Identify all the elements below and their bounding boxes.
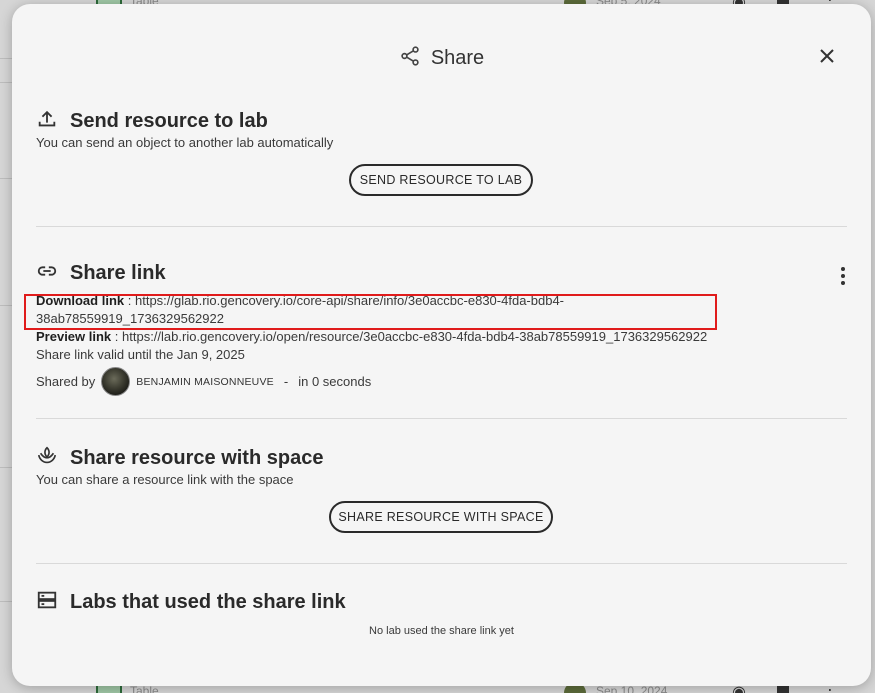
section-title: Share resource with space [70, 446, 324, 469]
share-dialog: Share Send resource to lab You can send … [12, 4, 871, 686]
divider [36, 226, 847, 227]
divider [36, 563, 847, 564]
section-header: Labs that used the share link [36, 589, 847, 615]
section-subtitle: You can send an object to another lab au… [36, 135, 334, 150]
preview-link-url[interactable]: https://lab.rio.gencovery.io/open/resour… [122, 329, 707, 344]
download-link-highlight [24, 294, 717, 330]
shared-by-label: Shared by [36, 374, 96, 389]
upload-icon [36, 108, 58, 135]
user-name: BENJAMIN MAISONNEUVE [136, 375, 274, 388]
section-subtitle: You can share a resource link with the s… [36, 472, 294, 487]
dialog-title: Share [430, 46, 485, 69]
bg-divider [0, 82, 12, 83]
section-header: Share link [36, 260, 847, 286]
space-icon [36, 445, 58, 472]
share-icon [399, 45, 421, 72]
bg-divider [0, 467, 12, 468]
dialog-header: Share [12, 44, 871, 72]
section-title: Share link [70, 261, 166, 284]
link-icon [36, 260, 58, 287]
shared-time: in 0 seconds [298, 374, 372, 389]
section-title: Send resource to lab [70, 109, 268, 132]
section-header: Share resource with space [36, 445, 847, 471]
share-resource-with-space-button[interactable]: SHARE RESOURCE WITH SPACE [329, 501, 553, 533]
storage-icon [36, 589, 58, 616]
bg-divider [0, 305, 12, 306]
section-header: Send resource to lab [36, 108, 847, 134]
close-button[interactable] [817, 48, 837, 68]
share-with-space-section: Share resource with space You can share … [36, 445, 847, 487]
send-to-lab-section: Send resource to lab You can send an obj… [36, 108, 847, 151]
avatar [101, 367, 131, 396]
bg-divider [0, 178, 12, 179]
labs-used-section: Labs that used the share link [36, 589, 847, 615]
more-vert-icon[interactable] [833, 267, 853, 292]
preview-link-label: Preview link [36, 329, 112, 344]
empty-state-message: No lab used the share link yet [369, 625, 514, 637]
separator: - [283, 374, 289, 389]
divider [36, 418, 847, 419]
send-resource-to-lab-button[interactable]: SEND RESOURCE TO LAB [349, 164, 533, 196]
bg-divider [0, 601, 12, 602]
validity-text: Share link valid until the Jan 9, 2025 [36, 347, 245, 362]
more-options-button[interactable] [833, 264, 853, 288]
close-icon[interactable] [819, 48, 835, 69]
section-title: Labs that used the share link [70, 590, 346, 613]
preview-link-row: Preview link : https://lab.rio.gencovery… [36, 329, 708, 344]
bg-divider [0, 58, 12, 59]
shared-by-row: Shared by BENJAMIN MAISONNEUVE - in 0 se… [36, 367, 847, 396]
